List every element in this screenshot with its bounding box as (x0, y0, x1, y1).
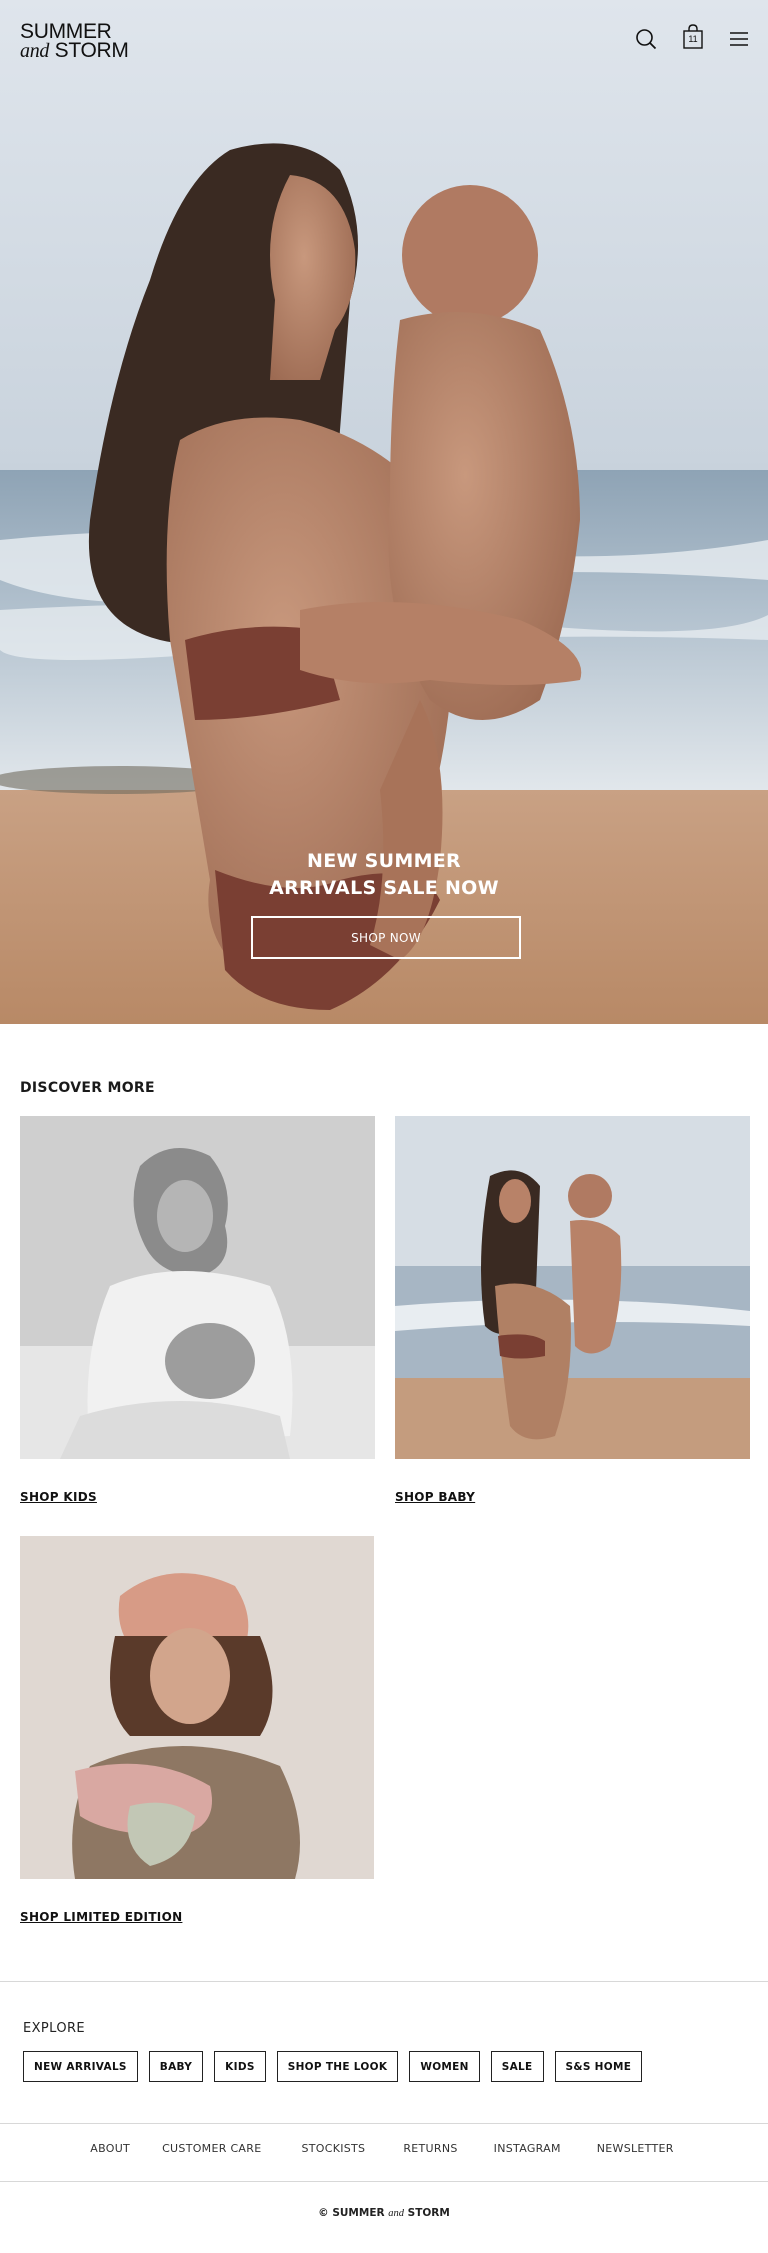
menu-icon[interactable] (726, 26, 752, 52)
site-header: SUMMER and STORM 11 (0, 0, 768, 80)
hero-banner: SUMMER and STORM 11 NEW SUMMER ARRIVALS … (0, 0, 768, 1024)
divider (0, 2181, 768, 2182)
brand-logo-line2: and STORM (20, 39, 129, 62)
copyright-suffix: STORM (407, 2207, 450, 2219)
copyright: © SUMMER and STORM (0, 2207, 768, 2219)
shop-baby-image[interactable] (395, 1116, 750, 1459)
shop-kids-image[interactable] (20, 1116, 375, 1459)
footer-nav: ABOUT CUSTOMER CARE STOCKISTS RETURNS IN… (0, 2142, 768, 2155)
hero-title: NEW SUMMER ARRIVALS SALE NOW (0, 848, 768, 902)
chip-shop-the-look[interactable]: SHOP THE LOOK (276, 2051, 399, 2082)
chip-women[interactable]: WOMEN (409, 2051, 480, 2082)
footer-link-returns[interactable]: RETURNS (403, 2142, 457, 2155)
shop-baby-link[interactable]: SHOP BABY (395, 1490, 475, 1504)
chip-baby[interactable]: BABY (148, 2051, 204, 2082)
shop-now-button[interactable]: SHOP NOW (251, 916, 521, 959)
footer-link-instagram[interactable]: INSTAGRAM (494, 2142, 561, 2155)
explore-chips: NEW ARRIVALS BABY KIDS SHOP THE LOOK WOM… (23, 2051, 643, 2082)
brand-logo[interactable]: SUMMER and STORM (20, 21, 129, 62)
cart-count: 11 (688, 34, 698, 44)
shop-limited-edition-image[interactable] (20, 1536, 374, 1879)
explore-title: EXPLORE (23, 2021, 86, 2036)
chip-kids[interactable]: KIDS (214, 2051, 266, 2082)
search-icon[interactable] (633, 26, 659, 52)
shop-kids-link[interactable]: SHOP KIDS (20, 1490, 97, 1504)
discover-more-title: DISCOVER MORE (20, 1080, 155, 1096)
footer-link-about[interactable]: ABOUT (90, 2142, 130, 2155)
chip-sale[interactable]: SALE (490, 2051, 544, 2082)
shop-limited-edition-link[interactable]: SHOP LIMITED EDITION (20, 1910, 182, 1924)
divider (0, 2123, 768, 2124)
hero-title-line2: ARRIVALS SALE NOW (269, 877, 499, 899)
chip-ss-home[interactable]: S&S HOME (554, 2051, 643, 2082)
hero-title-line1: NEW SUMMER (307, 850, 461, 872)
footer-link-newsletter[interactable]: NEWSLETTER (597, 2142, 674, 2155)
divider (0, 1981, 768, 1982)
footer-link-customer-care[interactable]: CUSTOMER CARE (162, 2142, 261, 2155)
copyright-prefix: © SUMMER (318, 2207, 385, 2219)
footer-link-stockists[interactable]: STOCKISTS (301, 2142, 365, 2155)
cart-icon[interactable]: 11 (680, 24, 706, 50)
chip-new-arrivals[interactable]: NEW ARRIVALS (23, 2051, 138, 2082)
brand-logo-storm: STORM (54, 39, 129, 62)
brand-logo-and: and (20, 40, 50, 62)
copyright-and: and (388, 2208, 404, 2219)
